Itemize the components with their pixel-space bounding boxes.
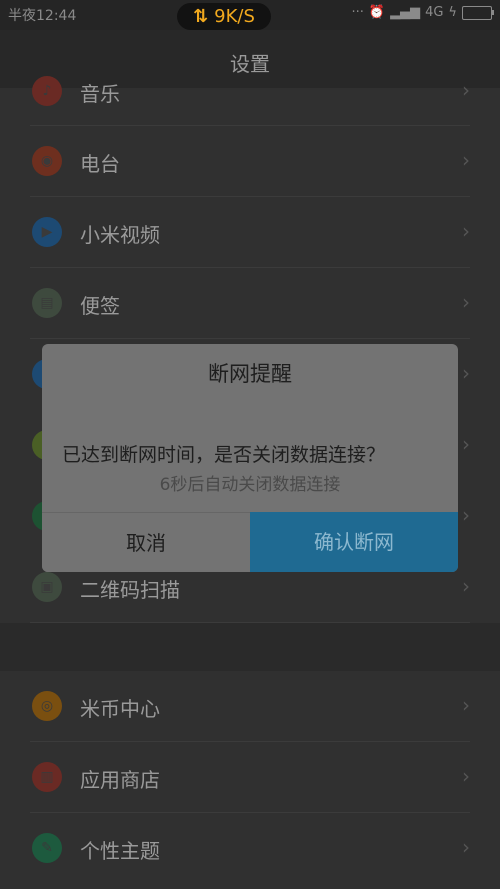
chevron-right-icon: ›: [462, 432, 470, 456]
alarm-icon: ⏰: [368, 5, 386, 20]
chevron-right-icon: ›: [462, 693, 470, 717]
radio-icon: ◉: [32, 146, 62, 176]
list-item-radio[interactable]: ◉ 电台 ›: [0, 126, 500, 196]
chevron-right-icon: ›: [462, 361, 470, 385]
list-item-notes[interactable]: ▤ 便签 ›: [0, 268, 500, 338]
chevron-right-icon: ›: [462, 764, 470, 788]
notes-icon: ▤: [32, 288, 62, 318]
music-icon: ♪: [32, 76, 62, 106]
qr-scan-icon: ▣: [32, 572, 62, 602]
list-item-label: 米币中心: [80, 697, 160, 721]
status-bar: 半夜12:44 ⇅ 9K/S ··· ⏰ ▂▄▆ 4G ϟ: [0, 0, 500, 30]
mi-coin-icon: ◎: [32, 691, 62, 721]
network-speed: 9K/S: [214, 6, 255, 27]
chevron-right-icon: ›: [462, 148, 470, 172]
cancel-button[interactable]: 取消: [42, 512, 250, 572]
list-item-label: 小米视频: [80, 223, 160, 247]
dialog-countdown: 6秒后自动关闭数据连接: [159, 475, 341, 495]
network-disconnect-dialog: 断网提醒 已达到断网时间，是否关闭数据连接？ 6秒后自动关闭数据连接 取消 确认…: [42, 344, 458, 572]
list-item-label: 应用商店: [80, 768, 160, 792]
data-transfer-icon: ⇅: [193, 6, 209, 27]
theme-icon: ✎: [32, 833, 62, 863]
network-type: 4G: [425, 5, 444, 20]
list-item-label: 二维码扫描: [80, 578, 180, 602]
list-item-app-store[interactable]: ▥ 应用商店 ›: [0, 742, 500, 812]
section-gap: [0, 623, 500, 671]
dialog-title: 断网提醒: [208, 362, 292, 386]
signal-icon: ▂▄▆: [390, 5, 421, 20]
list-item-label: 便签: [80, 294, 120, 318]
chevron-right-icon: ›: [462, 219, 470, 243]
status-icons: ··· ⏰ ▂▄▆ 4G ϟ: [351, 5, 494, 20]
network-speed-pill: ⇅ 9K/S: [177, 3, 271, 30]
list-item-label: 个性主题: [80, 839, 160, 863]
chevron-right-icon: ›: [462, 574, 470, 598]
app-store-icon: ▥: [32, 762, 62, 792]
list-item-label: 电台: [80, 152, 120, 176]
dialog-message: 已达到断网时间，是否关闭数据连接？: [62, 444, 386, 466]
dialog-buttons: 取消 确认断网: [42, 512, 458, 572]
list-item-mi-video[interactable]: ▶ 小米视频 ›: [0, 197, 500, 267]
confirm-disconnect-button[interactable]: 确认断网: [250, 512, 458, 572]
list-item-label: 音乐: [80, 82, 120, 106]
dots-icon: ···: [351, 5, 364, 20]
chevron-right-icon: ›: [462, 835, 470, 859]
chevron-right-icon: ›: [462, 503, 470, 527]
battery-icon: [462, 5, 494, 20]
charging-icon: ϟ: [448, 5, 457, 20]
list-item-theme[interactable]: ✎ 个性主题 ›: [0, 813, 500, 883]
chevron-right-icon: ›: [462, 290, 470, 314]
chevron-right-icon: ›: [462, 78, 470, 102]
video-icon: ▶: [32, 217, 62, 247]
status-time: 半夜12:44: [8, 8, 77, 24]
list-item-mi-coin[interactable]: ◎ 米币中心 ›: [0, 671, 500, 741]
list-item-music[interactable]: ♪ 音乐 ›: [0, 56, 500, 126]
